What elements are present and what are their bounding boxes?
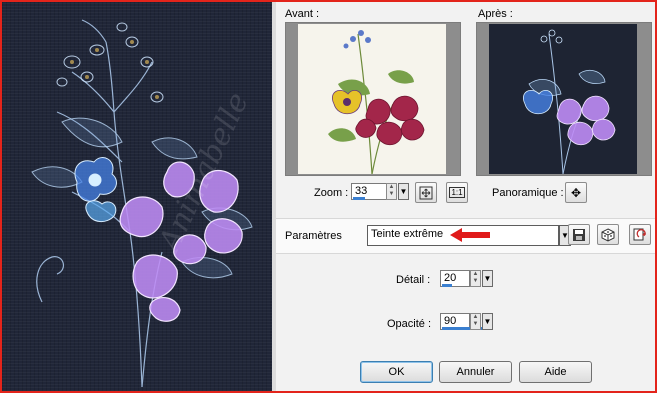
spin-up-icon[interactable]: ▲ [387, 184, 396, 191]
help-button[interactable]: Aide [519, 361, 592, 383]
original-flower-image [328, 30, 425, 175]
settings-panel: Avant : Après : Zoom: 33 ▲ ▼ ▼ 1:1 Pano… [276, 2, 655, 391]
zoom-value: 33 [355, 185, 368, 197]
spin-up-icon[interactable]: ▲ [471, 271, 480, 278]
spin-up-icon[interactable]: ▲ [471, 314, 480, 321]
params-label: Paramètres [285, 230, 342, 242]
cancel-button[interactable]: Annuler [439, 361, 512, 383]
reset-icon [633, 228, 646, 240]
opacity-input[interactable]: 90 [440, 313, 490, 330]
opacity-label: Opacité : [387, 318, 432, 330]
random-dice-icon [601, 227, 615, 242]
save-preset-icon [573, 228, 585, 241]
zoom-level-bar [353, 197, 365, 200]
before-preview[interactable] [285, 22, 461, 176]
random-button[interactable] [597, 224, 619, 245]
result-image: Animabelle [2, 2, 272, 391]
spin-down-icon[interactable]: ▼ [471, 321, 480, 328]
parameters-row: Paramètres Teinte extrême ▼ [276, 218, 655, 254]
after-preview[interactable] [476, 22, 652, 176]
save-preset-button[interactable] [568, 224, 590, 245]
detail-dropdown-button[interactable]: ▼ [482, 270, 493, 287]
opacity-spinner[interactable]: ▲ ▼ [470, 313, 481, 330]
before-preview-image [298, 24, 446, 175]
pan-button[interactable]: ✥ [565, 182, 587, 203]
reset-button[interactable] [629, 224, 651, 245]
after-preview-image [489, 24, 637, 175]
actual-size-icon: 1:1 [449, 187, 465, 198]
chevron-down-icon: ▼ [483, 317, 492, 326]
detail-level-bar [442, 284, 452, 287]
detail-label: Détail : [396, 274, 431, 286]
zoom-spinner[interactable]: ▲ ▼ [386, 183, 397, 200]
pan-label: Panoramique : [492, 187, 564, 199]
fit-window-button[interactable] [415, 182, 437, 203]
ok-button[interactable]: OK [360, 361, 433, 383]
opacity-value: 90 [444, 315, 457, 327]
zoom-input[interactable]: 33 [351, 183, 391, 200]
zoom-label: Zoom : [314, 187, 349, 199]
pan-icon: ✥ [570, 185, 582, 200]
zoom-dropdown-button[interactable]: ▼ [398, 183, 409, 200]
detail-spinner[interactable]: ▲ ▼ [470, 270, 481, 287]
preset-value: Teinte extrême [371, 228, 444, 240]
chevron-down-icon: ▼ [483, 274, 492, 283]
processed-flower-image [523, 29, 616, 175]
embossed-flower-bouquet-image [31, 19, 253, 388]
detail-input[interactable]: 20 [440, 270, 470, 287]
fit-window-icon [419, 186, 433, 199]
red-arrow-icon [450, 228, 490, 242]
chevron-down-icon: ▼ [399, 187, 408, 196]
opacity-dropdown-button[interactable]: ▼ [482, 313, 493, 330]
spin-down-icon[interactable]: ▼ [471, 278, 480, 285]
detail-value: 20 [444, 272, 457, 284]
before-label: Avant : [285, 8, 320, 20]
after-label: Après : [478, 8, 513, 20]
spin-down-icon[interactable]: ▼ [387, 191, 396, 198]
actual-size-button[interactable]: 1:1 [446, 182, 468, 203]
